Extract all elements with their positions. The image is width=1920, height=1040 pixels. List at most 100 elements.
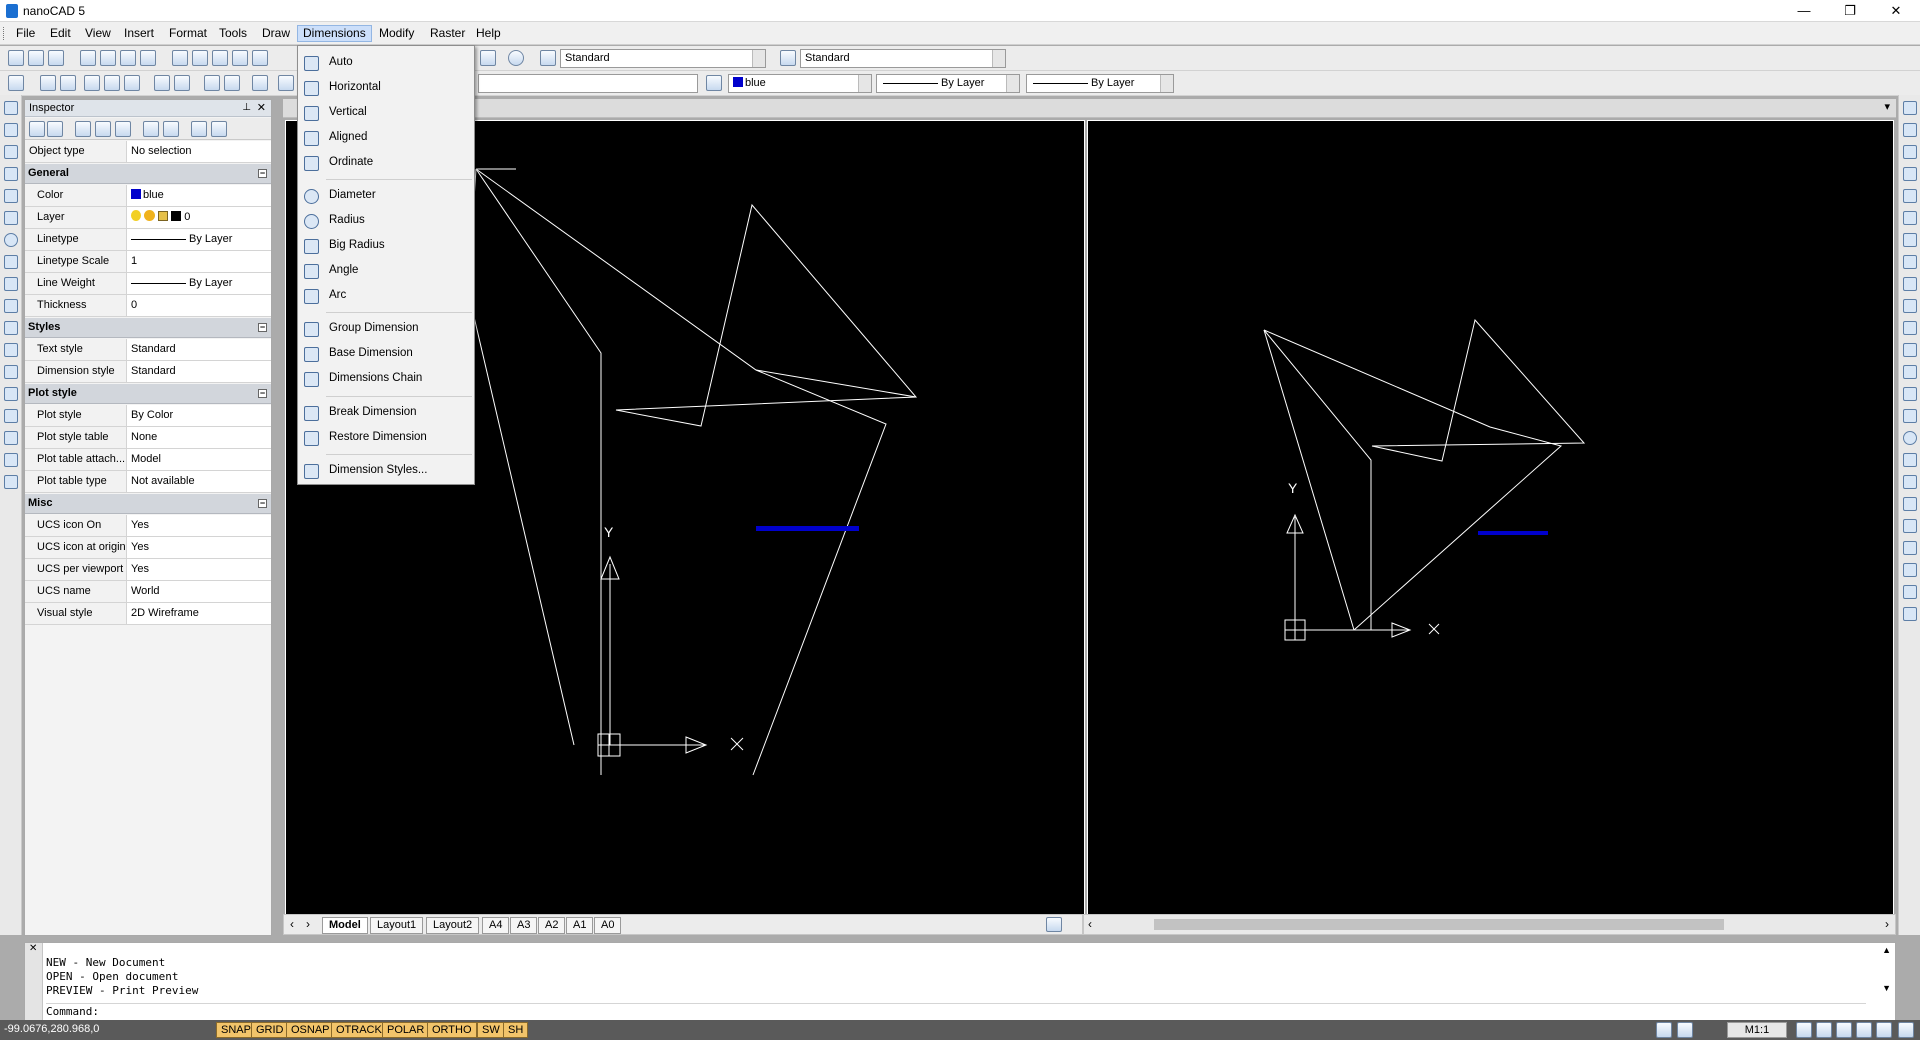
zoom-extents-icon[interactable] (1856, 1022, 1872, 1038)
scrollbar-thumb[interactable] (1154, 919, 1724, 930)
section-misc[interactable]: Misc − (25, 494, 271, 514)
paste-icon[interactable] (212, 50, 228, 66)
collapse-icon[interactable]: − (258, 169, 267, 178)
property-row[interactable]: Plot style table None (25, 427, 271, 449)
layer-select[interactable] (478, 74, 698, 93)
menu-item-big-radius[interactable]: Big Radius (298, 235, 474, 257)
quick-select-icon[interactable] (95, 121, 111, 137)
ellipse-arc-icon[interactable] (4, 299, 18, 313)
text-entity[interactable] (1478, 531, 1548, 535)
ellipse-icon[interactable] (4, 277, 18, 291)
layer-lock-icon[interactable] (1903, 585, 1917, 599)
spline-icon[interactable] (4, 145, 18, 159)
menu-item-dimension-styles[interactable]: Dimension Styles... (298, 460, 474, 482)
point-icon[interactable] (4, 365, 18, 379)
property-row[interactable]: Text style Standard (25, 339, 271, 361)
layer-isolate-icon[interactable] (1903, 519, 1917, 533)
scale-icon[interactable] (1903, 255, 1917, 269)
cut-icon[interactable] (172, 50, 188, 66)
chevron-down-icon[interactable]: ▾ (1884, 100, 1890, 113)
gradient-icon[interactable] (4, 409, 18, 423)
snap-settings-icon[interactable] (8, 75, 24, 91)
horizontal-scrollbar[interactable]: ‹ › (1083, 914, 1896, 935)
menu-item-aligned[interactable]: Aligned (298, 127, 474, 149)
fillet-icon[interactable] (1903, 409, 1917, 423)
regen-icon[interactable] (1876, 1022, 1892, 1038)
export-icon[interactable] (143, 121, 159, 137)
line-entity[interactable] (1263, 329, 1355, 631)
rectangle-icon[interactable] (4, 189, 18, 203)
chevron-down-icon[interactable] (752, 50, 765, 67)
collapse-icon[interactable]: − (258, 323, 267, 332)
tab-a0[interactable]: A0 (594, 917, 622, 934)
circle-icon[interactable] (4, 233, 18, 247)
measure-icon[interactable] (60, 75, 76, 91)
zoom-window-icon[interactable] (1836, 1022, 1852, 1038)
select-objects-icon[interactable] (75, 121, 91, 137)
menu-dimensions[interactable]: Dimensions (297, 25, 372, 42)
menu-item-angle[interactable]: Angle (298, 260, 474, 282)
publish-icon[interactable] (120, 50, 136, 66)
make-block-icon[interactable] (4, 343, 18, 357)
extend-icon[interactable] (1903, 321, 1917, 335)
menu-item-base-dimension[interactable]: Base Dimension (298, 343, 474, 365)
otrack-toggle[interactable]: OTRACK (331, 1022, 387, 1038)
layout-icon[interactable] (124, 75, 140, 91)
erase-icon[interactable] (1903, 101, 1917, 115)
menu-item-ordinate[interactable]: Ordinate (298, 152, 474, 174)
hatch-icon[interactable] (4, 387, 18, 401)
zoom-icon[interactable] (1816, 1022, 1832, 1038)
polyline-entity[interactable] (1263, 329, 1372, 630)
text-entity[interactable] (756, 526, 859, 531)
table-icon[interactable] (4, 453, 18, 467)
menu-item-dimensions-chain[interactable]: Dimensions Chain (298, 368, 474, 390)
match-properties-icon[interactable] (232, 50, 248, 66)
group-icon[interactable] (224, 75, 240, 91)
plot-icon[interactable] (140, 50, 156, 66)
viewport-right-canvas[interactable]: Y (1088, 121, 1893, 915)
property-row[interactable]: Object type No selection (25, 141, 271, 163)
menu-edit[interactable]: Edit (44, 25, 77, 42)
polar-toggle[interactable]: POLAR (382, 1022, 430, 1038)
break-icon[interactable] (1903, 343, 1917, 357)
zoom-window-icon[interactable] (40, 75, 56, 91)
menu-item-restore-dimension[interactable]: Restore Dimension (298, 427, 474, 449)
pencil-icon[interactable] (480, 50, 496, 66)
close-icon[interactable]: ✕ (257, 100, 266, 116)
property-row[interactable]: Linetype By Layer (25, 229, 271, 251)
osnap-toggle[interactable]: OSNAP (286, 1022, 335, 1038)
close-button[interactable]: ✕ (1873, 0, 1919, 22)
save-icon[interactable] (48, 50, 64, 66)
block-icon[interactable] (204, 75, 220, 91)
angle-icon[interactable] (174, 75, 190, 91)
property-row[interactable]: Line Weight By Layer (25, 273, 271, 295)
polyline-entity[interactable] (475, 168, 602, 775)
polygon-entity[interactable] (615, 203, 918, 427)
minimize-button[interactable]: — (1781, 0, 1827, 22)
text-style-select[interactable]: Standard (560, 49, 766, 68)
settings-icon[interactable] (1898, 1022, 1914, 1038)
polyline-icon[interactable] (4, 123, 18, 137)
pan-icon[interactable] (1796, 1022, 1812, 1038)
chevron-down-icon[interactable] (858, 75, 871, 92)
menu-raster[interactable]: Raster (424, 25, 471, 42)
command-grip[interactable]: ✕ (25, 943, 43, 1021)
menu-modify[interactable]: Modify (373, 25, 420, 42)
tab-layout1[interactable]: Layout1 (370, 917, 424, 934)
rotate-icon[interactable] (1903, 233, 1917, 247)
property-row[interactable]: Color blue (25, 185, 271, 207)
section-general[interactable]: General − (25, 164, 271, 184)
line-icon[interactable] (4, 101, 18, 115)
region-icon[interactable] (4, 431, 18, 445)
refresh-icon[interactable] (252, 75, 268, 91)
property-row[interactable]: UCS name World (25, 581, 271, 603)
tab-a4[interactable]: A4 (482, 917, 510, 934)
property-row[interactable]: Thickness 0 (25, 295, 271, 317)
chamfer-icon[interactable] (1903, 387, 1917, 401)
line-entity[interactable] (755, 369, 917, 398)
open-folder-icon[interactable] (28, 50, 44, 66)
layer-state-icon[interactable] (1903, 475, 1917, 489)
color-select[interactable]: blue (728, 74, 872, 93)
chevron-left-icon[interactable]: ‹ (290, 917, 294, 931)
property-row[interactable]: UCS icon On Yes (25, 515, 271, 537)
